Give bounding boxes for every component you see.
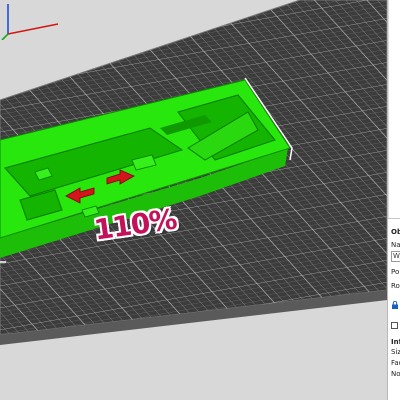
name-field-value: W <box>393 252 400 260</box>
x-axis-icon <box>7 23 59 35</box>
name-label: Na <box>391 241 400 249</box>
scene-canvas[interactable] <box>0 0 387 400</box>
info-section-title: Inf <box>391 338 400 346</box>
right-sidebar: Ob Na W Po Ro Inf Size Face No <box>387 0 400 400</box>
sidebar-object-list[interactable] <box>388 0 400 218</box>
name-field[interactable]: W <box>391 251 400 262</box>
rotation-label: Ro <box>391 282 400 290</box>
position-label: Po <box>391 268 400 276</box>
y-axis-icon <box>1 33 9 40</box>
sidebar-divider <box>388 218 400 219</box>
facets-label: Face <box>391 359 400 367</box>
option-checkbox[interactable] <box>391 322 398 329</box>
axes-gizmo <box>1 4 59 40</box>
no-label: No <box>391 370 400 378</box>
object-section-title: Ob <box>391 228 400 236</box>
lock-icon[interactable] <box>391 301 399 309</box>
size-label: Size <box>391 348 400 356</box>
3d-viewport[interactable]: 110% <box>0 0 387 400</box>
